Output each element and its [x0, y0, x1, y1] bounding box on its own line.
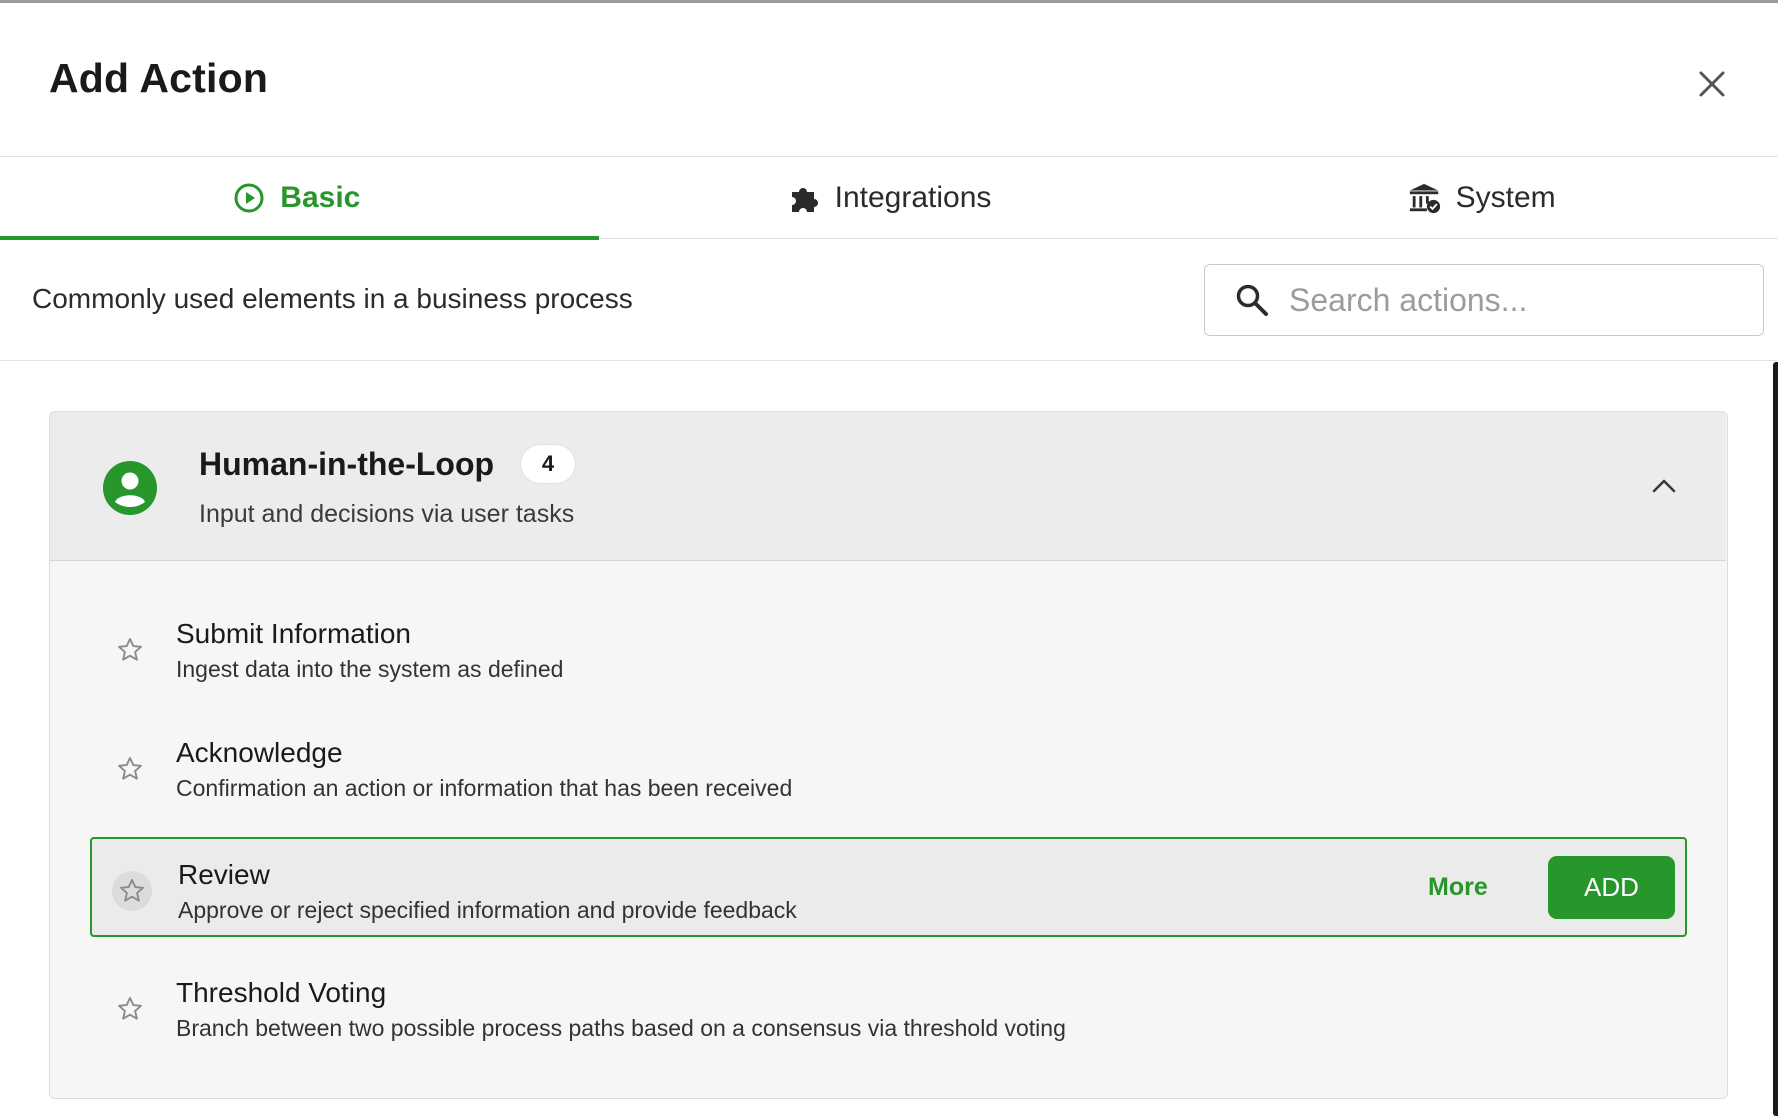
action-item-threshold-voting[interactable]: Threshold Voting Branch between two poss…	[90, 957, 1687, 1057]
add-button[interactable]: ADD	[1548, 856, 1675, 919]
search-icon	[1235, 282, 1271, 318]
tab-integrations-label: Integrations	[834, 181, 992, 214]
action-item-title: Acknowledge	[176, 737, 343, 768]
tab-description: Commonly used elements in a business pro…	[32, 283, 633, 314]
close-icon	[1699, 71, 1725, 97]
tab-system[interactable]: System	[1185, 157, 1778, 239]
close-button[interactable]	[1690, 62, 1734, 106]
search-box[interactable]	[1204, 264, 1764, 336]
action-item-submit-information[interactable]: Submit Information Ingest data into the …	[90, 598, 1687, 698]
action-item-description: Branch between two possible process path…	[176, 1015, 1066, 1041]
action-item-title: Submit Information	[176, 618, 411, 649]
group-title: Human-in-the-Loop	[199, 446, 495, 482]
group-count-badge: 4	[520, 444, 576, 484]
tab-system-label: System	[1455, 181, 1556, 214]
dialog-title: Add Action	[49, 55, 269, 101]
star-outline-icon	[118, 756, 142, 780]
tab-bar: Basic Integrations System	[0, 156, 1778, 240]
scrollbar[interactable]	[1773, 362, 1778, 1116]
dialog-header: Add Action	[0, 3, 1778, 156]
star-outline-icon	[120, 878, 144, 902]
tab-basic[interactable]: Basic	[0, 157, 599, 240]
tab-integrations[interactable]: Integrations	[593, 157, 1186, 239]
action-group-human-in-the-loop: Human-in-the-Loop 4 Input and decisions …	[49, 411, 1728, 1099]
action-item-description: Ingest data into the system as defined	[176, 656, 564, 682]
action-item-title: Review	[178, 859, 270, 890]
chevron-up-icon	[1652, 479, 1676, 493]
user-circle-icon	[103, 461, 157, 515]
favorite-button[interactable]	[110, 749, 150, 789]
tab-basic-label: Basic	[280, 181, 361, 214]
search-input[interactable]	[1289, 281, 1729, 319]
action-item-review[interactable]: Review Approve or reject specified infor…	[90, 837, 1687, 937]
favorite-button[interactable]	[110, 989, 150, 1029]
action-item-description: Approve or reject specified information …	[178, 897, 797, 923]
subheader: Commonly used elements in a business pro…	[0, 240, 1778, 361]
favorite-button[interactable]	[112, 871, 152, 911]
collapse-button[interactable]	[1642, 464, 1686, 508]
group-header[interactable]: Human-in-the-Loop 4 Input and decisions …	[50, 412, 1726, 561]
action-item-acknowledge[interactable]: Acknowledge Confirmation an action or in…	[90, 717, 1687, 817]
action-item-description: Confirmation an action or information th…	[176, 775, 793, 801]
more-link[interactable]: More	[1428, 873, 1488, 902]
star-outline-icon	[118, 996, 142, 1020]
puzzle-icon	[787, 181, 821, 215]
favorite-button[interactable]	[110, 630, 150, 670]
play-circle-icon	[232, 181, 266, 215]
action-item-title: Threshold Voting	[176, 977, 387, 1008]
star-outline-icon	[118, 637, 142, 661]
group-subtitle: Input and decisions via user tasks	[199, 500, 575, 528]
bank-check-icon	[1408, 181, 1442, 215]
